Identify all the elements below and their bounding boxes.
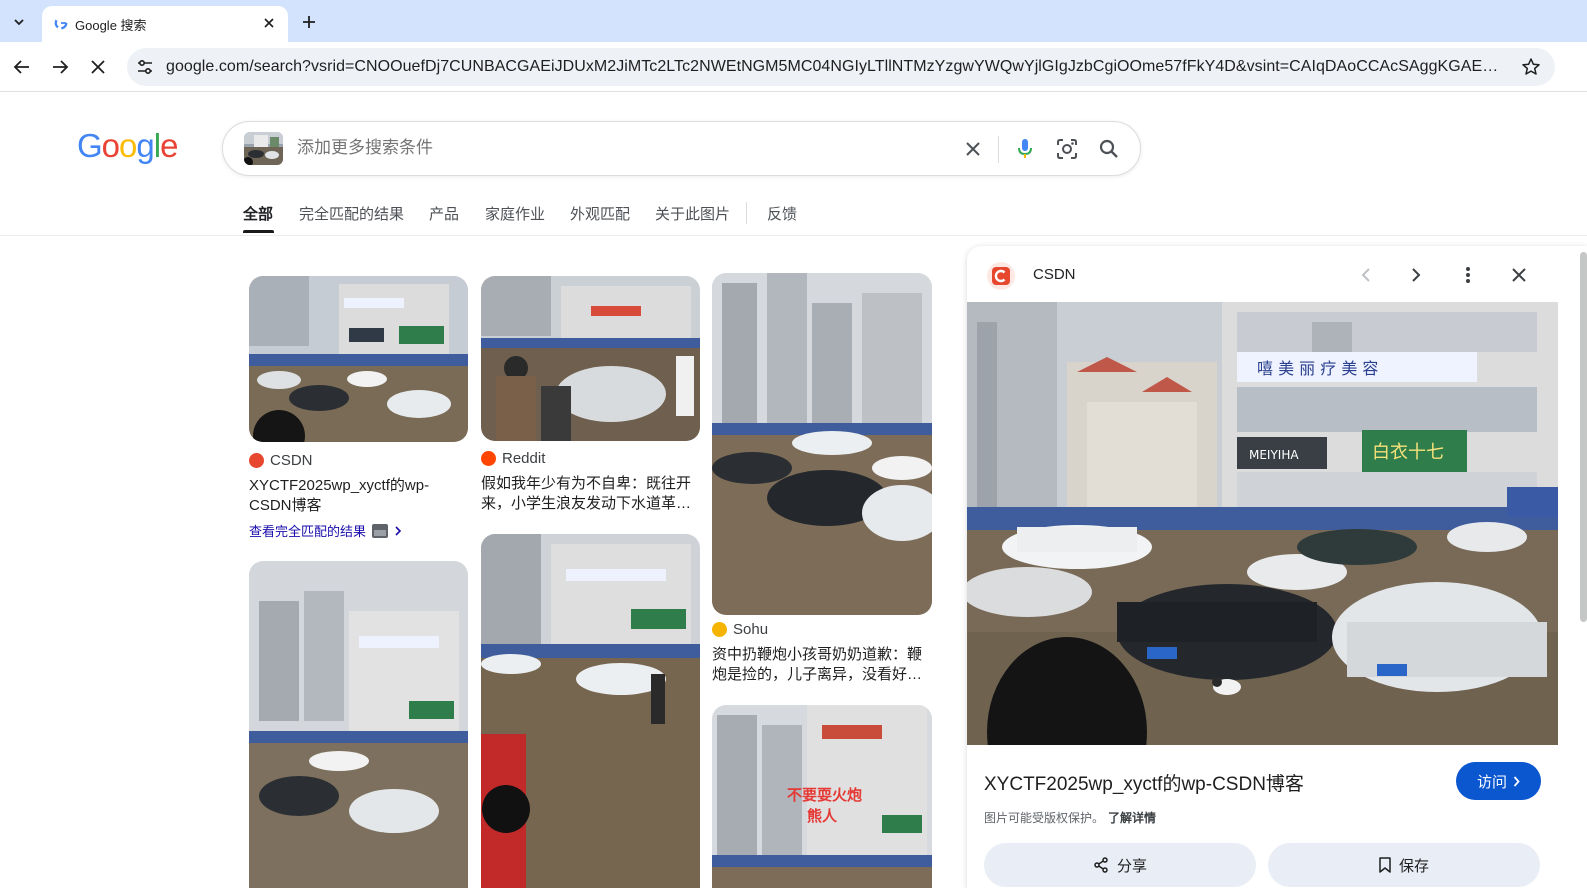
source-name: CSDN	[270, 452, 313, 469]
more-options-button[interactable]	[1455, 262, 1481, 288]
search-divider	[998, 136, 999, 163]
search-box[interactable]	[222, 121, 1141, 176]
google-logo[interactable]: Google	[77, 127, 178, 165]
result-source-3[interactable]: Sohu	[712, 621, 768, 638]
building-sign-text: 嘻 美 丽 疗 美 容	[1257, 359, 1378, 378]
tab-exact-matches[interactable]: 完全匹配的结果	[299, 203, 404, 224]
filter-separator	[746, 202, 747, 224]
result-title-3[interactable]: 资中扔鞭炮小孩哥奶奶道歉：鞭炮是捡的，儿子离异，没看好…	[712, 645, 932, 685]
clear-button[interactable]	[960, 136, 986, 162]
chevron-down-icon	[14, 19, 24, 26]
source-name: Sohu	[733, 621, 769, 638]
result-title-1[interactable]: XYCTF2025wp_xyctf的wp-CSDN博客	[249, 476, 469, 516]
close-icon	[1512, 268, 1526, 282]
panel-page-title[interactable]: XYCTF2025wp_xyctf的wp-CSDN博客	[984, 769, 1304, 796]
csdn-icon	[987, 262, 1015, 290]
tab-strip: Google 搜索	[0, 0, 1587, 42]
share-icon	[1094, 857, 1108, 873]
copyright-text: 图片可能受版权保护。	[984, 811, 1105, 825]
next-result-button[interactable]	[1403, 262, 1429, 288]
learn-more-link[interactable]: 了解详情	[1108, 811, 1156, 825]
save-label: 保存	[1398, 857, 1429, 875]
tab-search-button[interactable]	[6, 9, 32, 35]
tab-products[interactable]: 产品	[429, 203, 459, 224]
close-icon	[966, 142, 980, 156]
close-icon	[91, 60, 105, 74]
tab-close-icon[interactable]	[260, 14, 278, 32]
csdn-icon	[249, 453, 264, 468]
panel-source-name[interactable]: CSDN	[1033, 266, 1076, 283]
tab-all[interactable]: 全部	[243, 203, 273, 224]
new-tab-button[interactable]	[298, 11, 320, 33]
site-settings-icon[interactable]	[135, 57, 155, 77]
save-button[interactable]: 保存	[1268, 843, 1540, 887]
share-label: 分享	[1116, 857, 1147, 875]
result-image-6[interactable]: 不要耍火炮 熊人	[712, 705, 932, 888]
result-image-4[interactable]	[249, 561, 468, 888]
chevron-right-icon	[1513, 775, 1520, 787]
back-button[interactable]	[10, 55, 34, 79]
active-tab-indicator	[243, 230, 274, 233]
result-image-5[interactable]	[481, 534, 700, 888]
forward-button[interactable]	[48, 55, 72, 79]
image-preview-panel: CSDN 嘻 美 丽 疗 美 容 MEIYIHA 白衣十七 XYCTF2025w…	[967, 246, 1587, 888]
bookmark-icon	[1379, 857, 1391, 873]
svg-text:不要耍火炮: 不要耍火炮	[787, 786, 862, 804]
lens-search-button[interactable]	[1054, 136, 1080, 162]
query-image-thumbnail[interactable]	[244, 132, 283, 165]
microphone-icon	[1018, 139, 1032, 158]
result-image-3[interactable]	[712, 273, 932, 615]
browser-toolbar: google.com/search?vsrid=CNOOuefDj7CUNBAC…	[0, 42, 1587, 92]
preview-image[interactable]: 嘻 美 丽 疗 美 容 MEIYIHA 白衣十七	[967, 302, 1558, 745]
exact-match-link[interactable]: 查看完全匹配的结果	[249, 521, 402, 540]
result-source-2[interactable]: Reddit	[481, 450, 545, 467]
close-panel-button[interactable]	[1506, 262, 1532, 288]
google-favicon-icon	[54, 16, 68, 30]
visit-button[interactable]: 访问	[1456, 762, 1541, 800]
tab-homework[interactable]: 家庭作业	[485, 203, 545, 224]
reddit-icon	[481, 451, 496, 466]
address-bar[interactable]: google.com/search?vsrid=CNOOuefDj7CUNBAC…	[127, 48, 1555, 86]
sohu-icon	[712, 622, 727, 637]
brand-sign-text: MEIYIHA	[1249, 448, 1299, 462]
svg-text:熊人: 熊人	[807, 807, 838, 825]
chevron-right-icon	[1412, 268, 1421, 282]
chevron-left-icon	[1361, 268, 1370, 282]
shop-sign-text: 白衣十七	[1372, 442, 1444, 463]
page-scrollbar[interactable]	[1580, 252, 1587, 622]
thumbnail-icon	[372, 523, 389, 538]
tab-about-image[interactable]: 关于此图片	[655, 203, 730, 224]
tab-title: Google 搜索	[75, 18, 147, 33]
copyright-notice: 图片可能受版权保护。 了解详情	[984, 809, 1156, 826]
search-input[interactable]	[297, 138, 897, 158]
plus-icon	[303, 16, 315, 28]
url-text[interactable]: google.com/search?vsrid=CNOOuefDj7CUNBAC…	[166, 58, 1506, 76]
arrow-right-icon	[53, 60, 69, 74]
source-name: Reddit	[502, 450, 546, 467]
header-divider	[0, 235, 1587, 236]
visit-label: 访问	[1476, 773, 1507, 791]
search-icon	[1099, 139, 1118, 158]
previous-result-button[interactable]	[1353, 262, 1379, 288]
voice-search-button[interactable]	[1012, 136, 1038, 162]
tab-visual-matches[interactable]: 外观匹配	[570, 203, 630, 224]
result-image-1[interactable]	[249, 276, 468, 442]
result-source-1[interactable]: CSDN	[249, 452, 313, 469]
stop-loading-button[interactable]	[86, 55, 110, 79]
camera-lens-icon	[1057, 139, 1077, 159]
exact-match-label: 查看完全匹配的结果	[249, 524, 367, 539]
chevron-right-icon	[395, 525, 402, 536]
search-submit-button[interactable]	[1096, 136, 1122, 162]
result-title-2[interactable]: 假如我年少有为不自卑：既往开来，小学生浪友发动下水道革…	[481, 474, 701, 514]
tab-feedback[interactable]: 反馈	[767, 203, 797, 224]
arrow-left-icon	[13, 60, 29, 74]
active-tab[interactable]: Google 搜索	[42, 6, 288, 42]
share-button[interactable]: 分享	[984, 843, 1256, 887]
more-vert-icon	[1466, 267, 1470, 283]
result-image-2[interactable]	[481, 276, 700, 441]
bookmark-star-icon[interactable]	[1521, 57, 1541, 77]
